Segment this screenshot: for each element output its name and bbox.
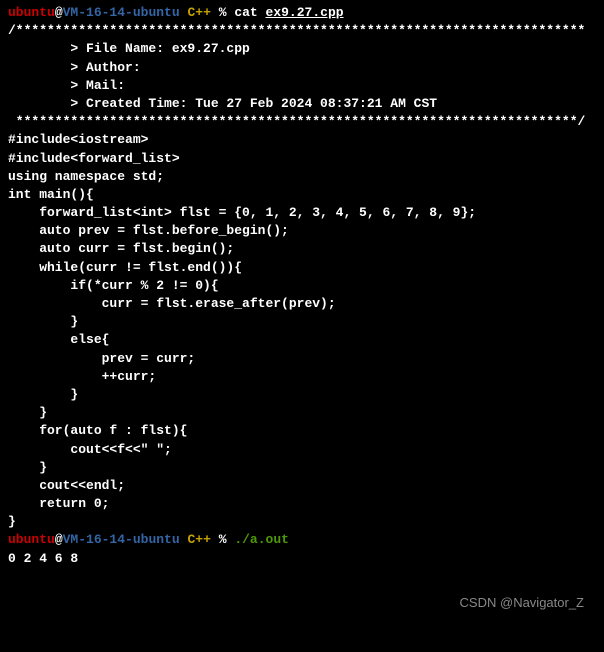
code-line: auto curr = flst.begin(); [8, 240, 596, 258]
directory: C++ [187, 532, 210, 547]
user: ubuntu [8, 532, 55, 547]
author-line: > Author: [8, 59, 596, 77]
code-line: cout<<endl; [8, 477, 596, 495]
file-name-line: > File Name: ex9.27.cpp [8, 40, 596, 58]
code-line: else{ [8, 331, 596, 349]
code-line: int main(){ [8, 186, 596, 204]
directory: C++ [187, 5, 210, 20]
code-line: prev = curr; [8, 350, 596, 368]
program-output: 0 2 4 6 8 [8, 550, 596, 568]
code-line: auto prev = flst.before_begin(); [8, 222, 596, 240]
code-line: return 0; [8, 495, 596, 513]
code-line: forward_list<int> flst = {0, 1, 2, 3, 4,… [8, 204, 596, 222]
prompt-line-1[interactable]: ubuntu@VM-16-14-ubuntu C++ % cat ex9.27.… [8, 4, 596, 22]
prompt-symbol: % [219, 5, 227, 20]
watermark: CSDN @Navigator_Z [460, 594, 584, 612]
code-line: ++curr; [8, 368, 596, 386]
prompt-line-2[interactable]: ubuntu@VM-16-14-ubuntu C++ % ./a.out [8, 531, 596, 549]
code-line: while(curr != flst.end()){ [8, 259, 596, 277]
code-line: } [8, 313, 596, 331]
hostname: VM-16-14-ubuntu [63, 532, 180, 547]
code-line: #include<iostream> [8, 131, 596, 149]
command: cat [234, 5, 257, 20]
command: ./a.out [234, 532, 289, 547]
command-arg: ex9.27.cpp [266, 5, 344, 20]
user: ubuntu [8, 5, 55, 20]
code-line: if(*curr % 2 != 0){ [8, 277, 596, 295]
code-line: } [8, 386, 596, 404]
code-line: #include<forward_list> [8, 150, 596, 168]
created-time-line: > Created Time: Tue 27 Feb 2024 08:37:21… [8, 95, 596, 113]
code-line: } [8, 513, 596, 531]
code-line: } [8, 404, 596, 422]
code-line: } [8, 459, 596, 477]
at-symbol: @ [55, 532, 63, 547]
terminal-output: ubuntu@VM-16-14-ubuntu C++ % cat ex9.27.… [8, 4, 596, 568]
comment-border-top: /***************************************… [8, 22, 596, 40]
comment-border-bottom: ****************************************… [8, 113, 596, 131]
mail-line: > Mail: [8, 77, 596, 95]
prompt-symbol: % [219, 532, 227, 547]
code-line: curr = flst.erase_after(prev); [8, 295, 596, 313]
hostname: VM-16-14-ubuntu [63, 5, 180, 20]
code-line: cout<<f<<" "; [8, 441, 596, 459]
code-line: using namespace std; [8, 168, 596, 186]
at-symbol: @ [55, 5, 63, 20]
code-line: for(auto f : flst){ [8, 422, 596, 440]
